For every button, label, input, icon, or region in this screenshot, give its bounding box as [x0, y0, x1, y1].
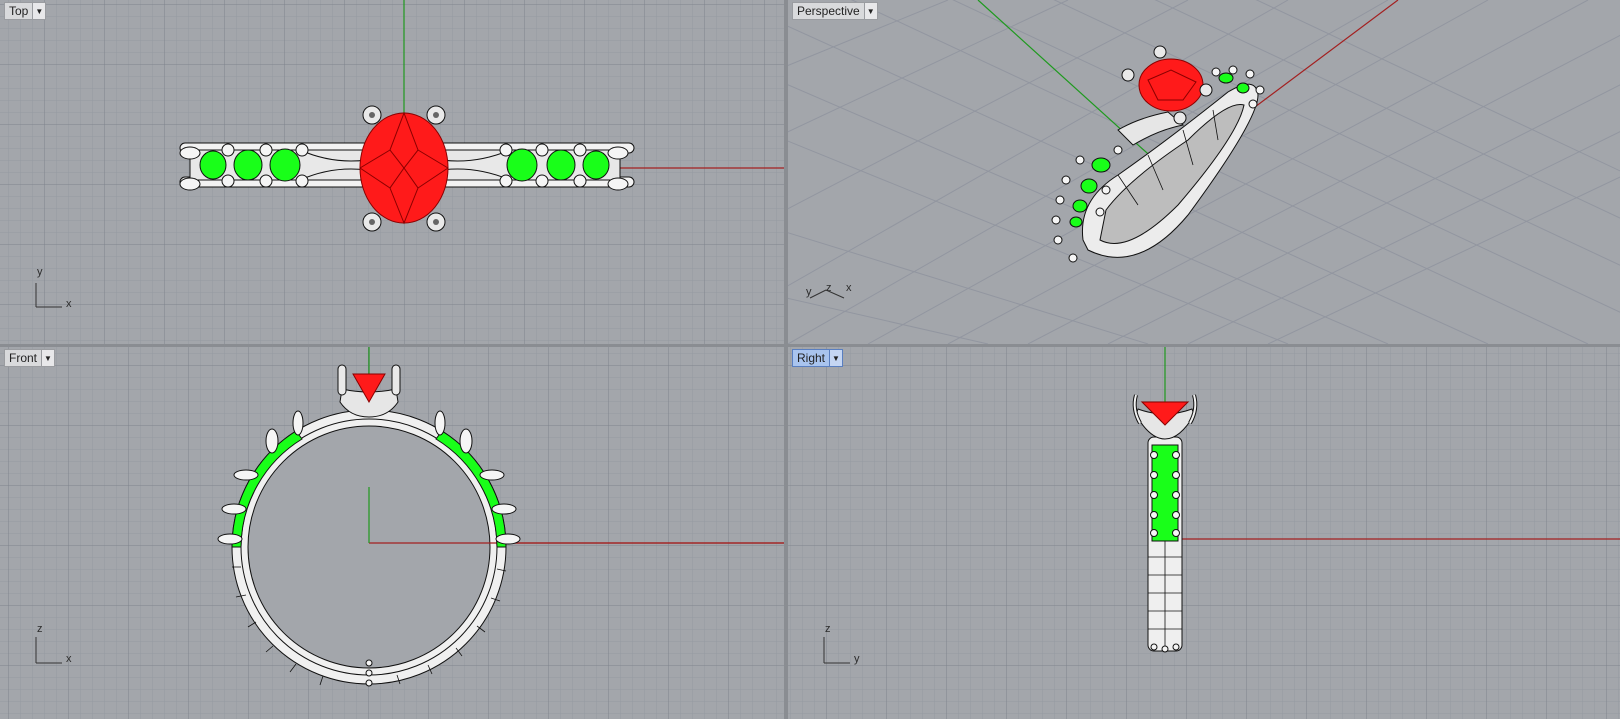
axis-label-z: z	[826, 282, 832, 294]
right-view-scene	[788, 347, 1620, 719]
top-view-scene	[0, 0, 784, 344]
viewport-perspective[interactable]: Perspective ▼ y z x	[788, 0, 1620, 344]
perspective-view-scene	[788, 0, 1620, 344]
axis-label-z: z	[37, 623, 43, 635]
viewport-title: Perspective	[797, 4, 860, 18]
viewport-tab-front[interactable]: Front ▼	[4, 349, 56, 367]
chevron-down-icon[interactable]: ▼	[829, 350, 843, 366]
viewport-title: Right	[797, 351, 826, 365]
axis-label-y: y	[806, 286, 812, 298]
axis-label-y: y	[854, 653, 860, 665]
axis-label-x: x	[846, 282, 852, 294]
chevron-down-icon[interactable]: ▼	[41, 350, 55, 366]
viewport-top[interactable]: Top ▼ y x	[0, 0, 784, 344]
front-view-scene	[0, 347, 784, 719]
viewport-front[interactable]: Front ▼ z x	[0, 347, 784, 719]
chevron-down-icon[interactable]: ▼	[863, 3, 877, 19]
viewport-tab-top[interactable]: Top ▼	[4, 2, 47, 20]
viewport-title: Front	[9, 351, 38, 365]
axis-label-y: y	[37, 266, 43, 278]
axis-label-z: z	[825, 623, 831, 635]
chevron-down-icon[interactable]: ▼	[32, 3, 46, 19]
viewport-right[interactable]: Right ▼ z y	[788, 347, 1620, 719]
axis-label-x: x	[66, 298, 72, 310]
viewport-tab-perspective[interactable]: Perspective ▼	[792, 2, 878, 20]
viewport-title: Top	[9, 4, 29, 18]
viewport-tab-right[interactable]: Right ▼	[792, 349, 844, 367]
axis-label-x: x	[66, 653, 72, 665]
